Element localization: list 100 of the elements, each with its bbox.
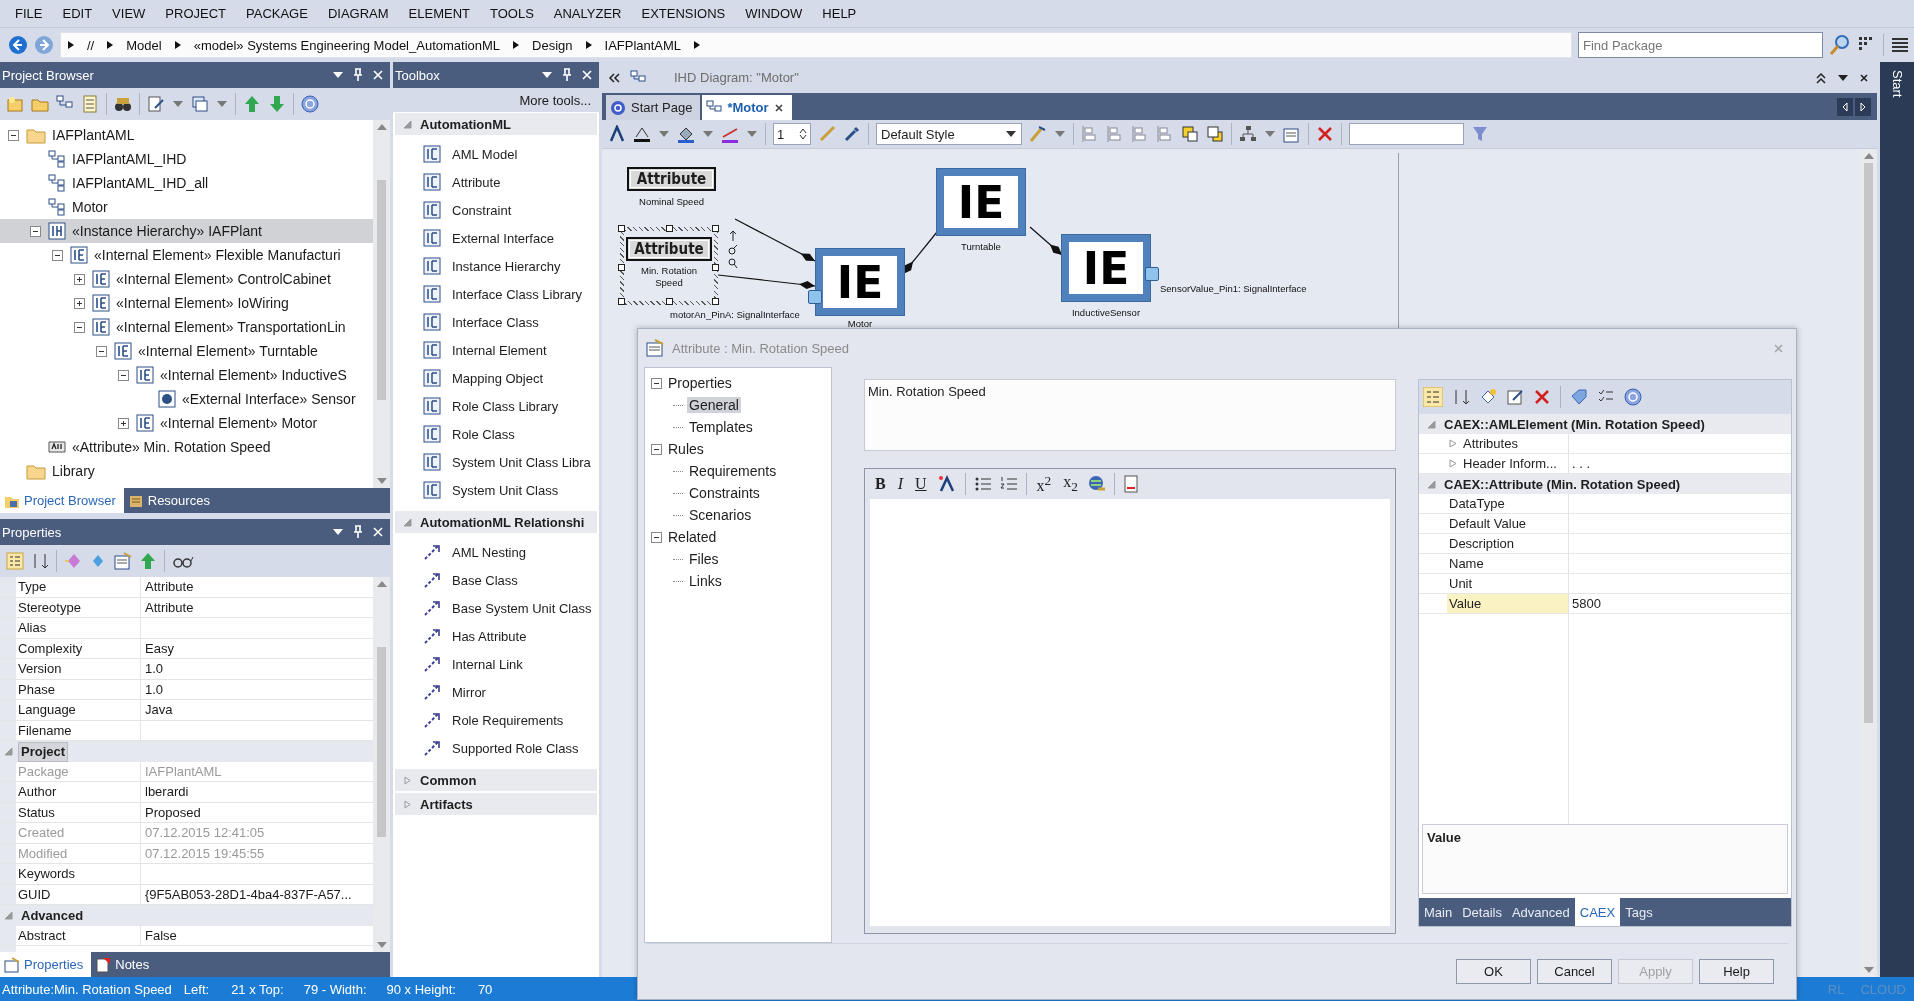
property-value[interactable]: Proposed xyxy=(141,802,373,822)
tree-item[interactable]: «Internal Element» TransportationLin xyxy=(0,315,373,339)
tree-item[interactable]: Motor xyxy=(0,195,373,219)
edit-icon[interactable] xyxy=(147,95,165,113)
expand-icon[interactable] xyxy=(73,297,85,309)
toolbox-item[interactable]: Role Requirements xyxy=(393,706,599,734)
menu-item[interactable]: DIAGRAM xyxy=(318,4,398,23)
resize-handle[interactable] xyxy=(618,298,625,305)
document-icon[interactable] xyxy=(1122,475,1139,493)
toolbox-item[interactable]: Base System Unit Class xyxy=(393,594,599,622)
windows-icon[interactable] xyxy=(191,95,209,113)
dropper-icon[interactable] xyxy=(843,125,861,143)
grid-tab[interactable]: Details xyxy=(1457,898,1507,926)
tree-item[interactable]: «Internal Element» ControlCabinet xyxy=(0,267,373,291)
collapse-icon[interactable] xyxy=(651,531,662,543)
delete-icon[interactable] xyxy=(1533,388,1551,406)
grid-property-name[interactable]: Name xyxy=(1447,554,1568,573)
panel-tab[interactable]: Notes xyxy=(91,952,158,977)
expand-icon[interactable] xyxy=(117,417,129,429)
grid-section-header[interactable]: CAEX::AMLElement (Min. Rotation Speed) xyxy=(1419,414,1791,434)
fill-color-icon[interactable] xyxy=(677,125,695,143)
element-node[interactable]: IE xyxy=(937,169,1025,235)
menu-item[interactable]: ELEMENT xyxy=(399,4,479,23)
port[interactable] xyxy=(1145,267,1159,281)
close-icon[interactable] xyxy=(1859,72,1869,83)
grid-property-value[interactable]: . . . xyxy=(1568,456,1791,471)
layout-tree-icon[interactable] xyxy=(1239,125,1257,143)
menu-item[interactable]: PROJECT xyxy=(156,4,235,23)
dialog-button[interactable]: Help xyxy=(1699,959,1774,984)
expand-icon[interactable] xyxy=(73,273,85,285)
pin-icon[interactable] xyxy=(561,68,573,82)
scrollbar[interactable] xyxy=(373,577,390,952)
link-icon[interactable] xyxy=(728,243,738,255)
toolbox-item[interactable]: Constraint xyxy=(393,196,599,224)
grid-section-header[interactable]: CAEX::Attribute (Min. Rotation Speed) xyxy=(1419,474,1791,494)
back-icon[interactable] xyxy=(8,35,28,55)
tree-item[interactable]: «Internal Element» IoWiring xyxy=(0,291,373,315)
toolbox-item[interactable]: Internal Element xyxy=(393,336,599,364)
bring-front-icon[interactable] xyxy=(1181,125,1199,143)
nav-item[interactable]: Related xyxy=(666,529,719,545)
toolbox-item[interactable]: Base Class xyxy=(393,566,599,594)
property-value[interactable]: 1.0 xyxy=(141,659,373,679)
menu-item[interactable]: PACKAGE xyxy=(237,4,317,23)
find-package-field[interactable]: Find Package xyxy=(1578,32,1823,58)
collapse-icon[interactable] xyxy=(29,225,41,237)
diagram-filter-field[interactable] xyxy=(1349,123,1464,145)
sort-icon[interactable] xyxy=(1452,388,1470,406)
side-tab[interactable]: Start xyxy=(1889,70,1905,98)
property-value[interactable]: Easy xyxy=(141,638,373,658)
pin-icon[interactable] xyxy=(352,68,364,82)
resize-handle[interactable] xyxy=(712,225,719,232)
nav-item[interactable]: Templates xyxy=(687,419,755,435)
add-icon[interactable] xyxy=(1479,388,1497,406)
numbered-list-icon[interactable] xyxy=(999,476,1018,492)
name-field[interactable]: Min. Rotation Speed xyxy=(864,379,1396,451)
connector-line[interactable] xyxy=(717,274,816,290)
collapse-icon[interactable] xyxy=(7,129,19,141)
toolbox-item[interactable]: AML Model xyxy=(393,140,599,168)
format-painter-icon[interactable] xyxy=(1029,125,1047,143)
more-tools-link[interactable]: More tools... xyxy=(393,88,599,112)
tree-item[interactable]: Library xyxy=(0,459,373,483)
connector-line[interactable] xyxy=(1029,226,1063,256)
scroll-up-icon[interactable] xyxy=(376,124,387,130)
toolbox-item[interactable]: AML Nesting xyxy=(393,538,599,566)
menu-item[interactable]: ANALYZER xyxy=(544,4,631,23)
expand-arrow-icon[interactable] xyxy=(1449,459,1457,468)
nav-item[interactable]: Requirements xyxy=(687,463,779,479)
maximize-icon[interactable] xyxy=(1815,71,1827,84)
toolbox-item[interactable]: System Unit Class Libra xyxy=(393,448,599,476)
menu-item[interactable]: VIEW xyxy=(103,4,155,23)
breadcrumb-link[interactable]: «model» Systems Engineering Model_AutomationML xyxy=(193,37,501,53)
grid-tab[interactable]: Tags xyxy=(1620,898,1658,926)
help-icon[interactable] xyxy=(301,95,319,113)
tag-icon[interactable] xyxy=(1570,388,1588,406)
resize-handle[interactable] xyxy=(618,225,625,232)
line-width-spinner[interactable]: 1 xyxy=(773,123,811,145)
grid-property-name[interactable]: DataType xyxy=(1447,494,1568,513)
font-color-icon[interactable] xyxy=(608,125,626,143)
toolbox-item[interactable]: Interface Class Library xyxy=(393,280,599,308)
categorized-icon[interactable] xyxy=(1423,387,1443,407)
toolbox-item[interactable]: Role Class xyxy=(393,420,599,448)
toolbox-item[interactable]: Internal Link xyxy=(393,650,599,678)
delete-icon[interactable] xyxy=(1316,125,1334,143)
categorized-icon[interactable] xyxy=(6,552,24,570)
collapse-icon[interactable] xyxy=(117,369,129,381)
grid-property-name[interactable]: Attributes xyxy=(1447,434,1568,453)
dialog-button[interactable]: Cancel xyxy=(1537,959,1612,984)
property-value[interactable]: lberardi xyxy=(141,782,373,802)
menu-item[interactable]: EDIT xyxy=(53,4,102,23)
property-value[interactable]: Java xyxy=(141,700,373,720)
scroll-down-icon[interactable] xyxy=(376,478,387,484)
menu-item[interactable]: HELP xyxy=(813,4,866,23)
attribute-node[interactable]: Attribute xyxy=(627,167,716,191)
menu-item[interactable]: EXTENSIONS xyxy=(632,4,735,23)
grid-tab[interactable]: Main xyxy=(1419,898,1458,926)
nav-item[interactable]: Links xyxy=(687,573,724,589)
property-value[interactable]: False xyxy=(141,925,373,945)
tree-item[interactable]: «Internal Element» InductiveS xyxy=(0,363,373,387)
section-header[interactable]: Project xyxy=(18,742,69,762)
property-value[interactable]: {9F5AB053-28D1-4ba4-837F-A57... xyxy=(141,884,373,904)
